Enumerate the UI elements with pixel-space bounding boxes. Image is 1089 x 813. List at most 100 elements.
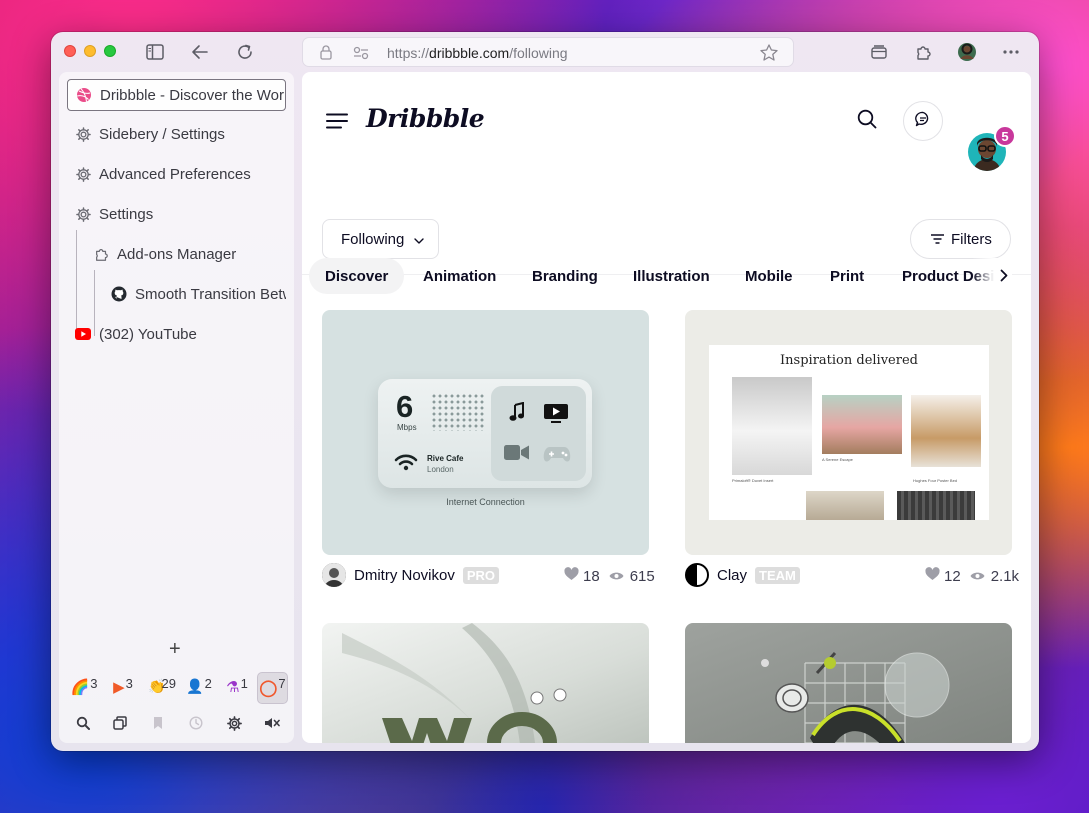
search-button[interactable] [847,101,887,141]
tab-list-icon[interactable] [868,41,890,63]
category-illustration[interactable]: Illustration [617,258,726,294]
category-print[interactable]: Print [814,258,880,294]
category-mobile[interactable]: Mobile [729,258,809,294]
back-arrow-icon[interactable] [189,41,211,63]
wifi-icon [394,453,418,476]
web-content: Dribbble 5 Following Filters Discover An… [302,72,1031,743]
newsletter-preview: Inspiration delivered Primaloft® Duvet I… [709,345,989,520]
sidebar-tab-github[interactable]: Smooth Transition Between Tabs [103,278,286,310]
like-count: 12 [944,567,961,585]
copy-tabs-icon[interactable] [109,712,131,734]
messages-button[interactable] [903,101,943,141]
new-tab-button[interactable]: + [169,638,181,661]
sidebar-tab-label: Add-ons Manager [117,245,237,263]
panel-flask[interactable]: ⚗ 1 [223,672,251,704]
permissions-icon[interactable] [353,46,369,65]
gear-icon [75,126,91,142]
plant-image [806,491,884,520]
caption-bed: Hughes Four Poster Bed [913,478,958,483]
sidebar-tab-sidebery-settings[interactable]: Sidebery / Settings [67,118,286,150]
sidebar-tab-youtube[interactable]: (302) YouTube [67,318,286,350]
category-branding[interactable]: Branding [516,258,614,294]
caption-duvet: Primaloft® Duvet Insert [732,478,774,483]
circle-icon: ◯ [259,680,278,697]
shot-thumbnail[interactable] [322,623,649,743]
panel-play[interactable]: ▶ 3 [109,672,137,704]
heart-icon[interactable] [564,567,579,585]
play-icon: ▶ [113,679,125,696]
author-name[interactable]: Clay [717,567,747,584]
browser-window: https://dribbble.com/following Dribbble … [51,32,1039,751]
shot-author[interactable]: Dmitry Novikov PRO [322,563,500,587]
panel-clap[interactable]: 👏 29 [146,672,178,704]
mute-speaker-icon[interactable] [261,712,283,734]
sidebar-tab-advanced-preferences[interactable]: Advanced Preferences [67,158,286,190]
search-icon[interactable] [72,712,94,734]
title-bar: https://dribbble.com/following [51,32,1039,72]
sidebar-tab-label: Dribbble - Discover the World's Top Desi… [100,86,285,104]
hamburger-menu-icon[interactable] [326,113,348,134]
blinds-image [897,491,975,520]
widget-card: 6 Mbps Rive Cafe London [378,379,592,488]
shot-thumbnail[interactable]: 6 Mbps Rive Cafe London Internet Connect… [322,310,649,555]
panel-circle-active[interactable]: ◯ 7 [257,672,288,704]
sidebar-tab-addons-manager[interactable]: Add-ons Manager [85,238,286,270]
sidebar-tab-dribbble[interactable]: Dribbble - Discover the World's Top Desi… [67,79,286,111]
video-camera-icon [504,444,529,466]
team-badge: TEAM [755,566,800,584]
following-dropdown[interactable]: Following [322,219,439,259]
youtube-icon [75,326,91,342]
filters-button[interactable]: Filters [910,219,1011,259]
eye-icon [609,568,624,585]
media-panel [491,386,586,481]
extensions-puzzle-icon[interactable] [912,41,934,63]
url-text[interactable]: https://dribbble.com/following [387,45,568,61]
like-count: 18 [583,567,600,585]
reload-icon[interactable] [234,41,256,63]
widget-caption: Internet Connection [446,497,525,507]
shot-author[interactable]: Clay TEAM [685,563,800,587]
puzzle-icon [93,246,109,262]
dribbble-logo[interactable]: Dribbble [366,104,485,133]
sidebar-tab-label: Smooth Transition Between Tabs [135,285,286,303]
clay-logo-icon[interactable] [685,563,709,587]
zoom-window-button[interactable] [104,45,116,57]
widget-unit: Mbps [397,423,417,432]
close-window-button[interactable] [64,45,76,57]
bed-image [911,395,981,467]
bookmark-star-icon[interactable] [760,44,778,66]
music-note-icon [509,401,525,427]
eye-icon [970,568,985,585]
sidebar-toggle-icon[interactable] [144,41,166,63]
settings-gear-icon[interactable] [223,712,245,734]
panel-person[interactable]: 👤 2 [185,672,213,704]
chevron-right-icon[interactable] [1000,269,1008,287]
profile-avatar[interactable] [956,41,978,63]
minimize-window-button[interactable] [84,45,96,57]
category-animation[interactable]: Animation [407,258,512,294]
bookmark-icon[interactable] [147,712,169,734]
sidebar-tab-label: Settings [99,205,154,223]
dribbble-icon [76,87,92,103]
gear-icon [75,206,91,222]
duvet-image [732,377,812,475]
widget-network: Rive Cafe [427,454,464,463]
shot-thumbnail[interactable]: Inspiration delivered Primaloft® Duvet I… [685,310,1012,555]
author-avatar[interactable] [322,563,346,587]
category-discover[interactable]: Discover [309,258,405,294]
url-bar[interactable]: https://dribbble.com/following [302,37,794,67]
panel-rainbow[interactable]: 🌈 3 [70,672,98,704]
sidebar-tab-label: Advanced Preferences [99,165,251,183]
shot-thumbnail[interactable] [685,623,1012,743]
filter-lines-icon [931,231,944,248]
author-name[interactable]: Dmitry Novikov [354,567,455,584]
heart-icon[interactable] [925,567,940,585]
history-clock-icon[interactable] [185,712,207,734]
shot-stats: 18 615 [564,567,655,585]
tv-play-icon [543,403,569,428]
chat-bubble-icon [915,111,931,132]
more-menu-icon[interactable] [1000,41,1022,63]
lock-icon[interactable] [320,45,332,65]
caption-dining: A Serene Escape [822,457,853,462]
sidebar-tab-settings[interactable]: Settings [67,198,286,230]
